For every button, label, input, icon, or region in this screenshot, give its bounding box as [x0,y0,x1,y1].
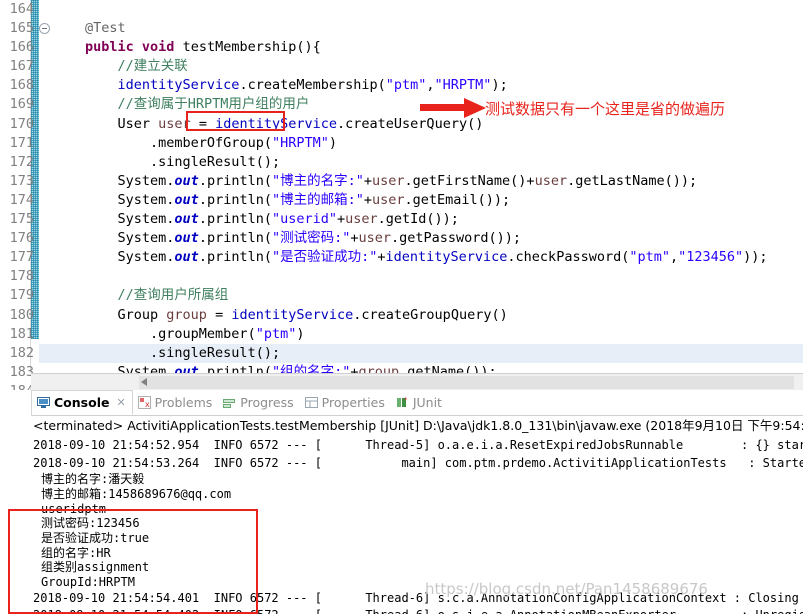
console-icon [37,396,50,409]
tab-label: Console [54,395,110,410]
code-line[interactable]: 178 [10,267,803,286]
code-text: System.out.println("userid"+user.getId()… [117,211,459,228]
progress-icon [223,396,236,409]
console-log-line: 2018-09-10 21:54:53.264 INFO 6572 --- [ … [33,455,803,470]
code-line[interactable]: 164 [10,0,803,19]
line-number: 171 [9,134,34,151]
properties-icon [304,396,318,409]
line-number: 164 [9,1,34,17]
code-text: System.out.println("博主的名字:"+user.getFirs… [117,172,698,189]
code-line[interactable]: 180 Group group = identityService.create… [10,306,803,325]
program-output-line: GroupId:HRPTM [41,575,135,589]
program-output-line: 组的名字:HR [41,545,111,560]
code-line[interactable]: 174 System.out.println("博主的邮箱:"+user.get… [10,191,803,210]
tab-label: JUnit [412,395,442,410]
line-number: 170 [9,115,34,132]
program-output-line: 博主的名字:潘天毅 [41,472,145,487]
junit-icon: * [396,396,409,409]
svg-text:x: x [145,400,150,409]
tab-console[interactable]: Console ✕ [31,390,133,415]
console-log-line: 2018-09-10 21:54:52.954 INFO 6572 --- [ … [33,438,803,452]
line-number: 179 [9,287,34,304]
code-line[interactable]: 173 System.out.println("博主的名字:"+user.get… [10,172,803,191]
line-number: 169 [9,96,34,113]
line-number: 166 [9,39,34,56]
tab-label: Progress [240,395,294,410]
console-view[interactable]: Console ✕ x Problems Progress Properties * JUni… [8,390,803,614]
line-number: 177 [9,249,34,266]
line-number: 165 [9,20,34,37]
code-editor[interactable]: 164 165 @Test 166 public void testMembership… [0,0,803,390]
code-line[interactable]: 167 //建立关联 [10,57,803,76]
code-text: identityService.createMembership("ptm","… [117,77,508,94]
console-output-area[interactable]: 2018-09-10 21:54:52.954 INFO 6572 --- [ … [8,437,803,614]
line-number: 180 [9,306,34,323]
code-text: System.out.println("测试密码:"+user.getPassw… [117,230,522,247]
console-log-bottom-group: 2018-09-10 21:54:54.401 INFO 6572 --- [ … [31,590,803,614]
console-log-line: 2018-09-10 21:54:54.402 INFO 6572 --- [ … [31,607,803,614]
code-line[interactable]: 179 //查询用户所属组 [10,286,803,305]
code-line[interactable]: 172 .singleResult(); [10,153,803,172]
code-text: //建立关联 [117,58,188,75]
program-output-line: 组类别assignment [41,560,150,575]
code-text: User user = identityService.createUserQu… [117,115,484,132]
tab-label: Problems [154,395,213,410]
line-number: 175 [9,211,34,228]
code-text: Group group = identityService.createGrou… [117,306,508,323]
code-text: public void testMembership(){ [85,39,321,56]
line-number: 173 [9,172,34,189]
tab-problems[interactable]: x Problems [133,390,219,415]
eclipse-ide-screenshot: 164 165 @Test 166 public void testMembership… [0,0,803,614]
tab-progress[interactable]: Progress [218,390,299,415]
code-line[interactable]: 166 public void testMembership(){ [10,38,803,57]
line-number: 176 [9,230,34,247]
code-text: System.out.println("博主的邮箱:"+user.getEmai… [117,191,511,208]
problems-icon: x [137,396,151,409]
collapse-minus-icon[interactable] [39,23,50,35]
code-line[interactable]: 168 identityService.createMembership("pt… [10,76,803,95]
program-output-line: useridptm [41,501,107,516]
code-line[interactable]: 171 .memberOfGroup("HRPTM") [10,134,803,153]
program-output-line: 是否验证成功:true [41,530,150,545]
code-text: .memberOfGroup("HRPTM") [150,134,337,151]
program-output-line: 测试密码:123456 [41,516,140,531]
line-number: 181 [9,325,34,342]
code-line[interactable]: 176 System.out.println("测试密码:"+user.getP… [10,229,803,248]
program-output-group: 博主的名字:潘天毅 博主的邮箱:1458689676@qq.com useridpt… [31,472,803,590]
code-line[interactable]: 181 .groupMember("ptm") [10,325,803,344]
scroll-left-arrow-icon[interactable] [141,378,147,386]
code-text: .singleResult(); [150,344,281,361]
code-lines-container[interactable]: 164 165 @Test 166 public void testMembership… [10,0,803,390]
line-number: 178 [9,268,34,285]
console-log-top-group: 2018-09-10 21:54:52.954 INFO 6572 --- [ … [31,437,803,472]
line-number: 174 [9,191,34,208]
code-text: .groupMember("ptm") [150,325,305,342]
tab-properties[interactable]: Properties [300,390,391,415]
line-number: 172 [9,153,34,170]
program-output-line: 博主的邮箱:1458689676@qq.com [41,486,232,501]
code-text: System.out.println("是否验证成功:"+identitySer… [117,249,768,266]
code-text: @Test [85,20,126,37]
code-text: //查询属于HRPTM用户组的用户 [117,96,310,113]
console-tab-bar[interactable]: Console ✕ x Problems Progress Properties * JUni… [31,390,803,416]
svg-text:*: * [404,396,408,404]
code-text: .singleResult(); [150,153,281,170]
code-line[interactable]: 175 System.out.println("userid"+user.get… [10,210,803,229]
close-icon[interactable]: ✕ [116,396,125,409]
code-line[interactable]: 182 .singleResult(); [10,343,803,363]
terminated-process-line: <terminated> ActivitiApplicationTests.te… [33,418,803,433]
line-number: 182 [9,344,34,361]
editor-horizontal-scrollbar[interactable] [31,373,803,390]
tab-label: Properties [321,395,385,410]
code-text: //查询用户所属组 [117,287,229,304]
line-number: 167 [9,58,34,75]
console-log-line: 2018-09-10 21:54:54.401 INFO 6572 --- [ … [33,590,803,605]
line-number: 168 [9,77,34,94]
code-line[interactable]: 177 System.out.println("是否验证成功:"+identit… [10,248,803,267]
editor-scrollbar-thumb[interactable] [139,376,794,389]
tab-junit[interactable]: * JUnit [391,390,448,415]
editor-annotation-text: 测试数据只有一个这里是省的做遍历 [485,100,726,118]
code-line[interactable]: 165 @Test [10,19,803,38]
